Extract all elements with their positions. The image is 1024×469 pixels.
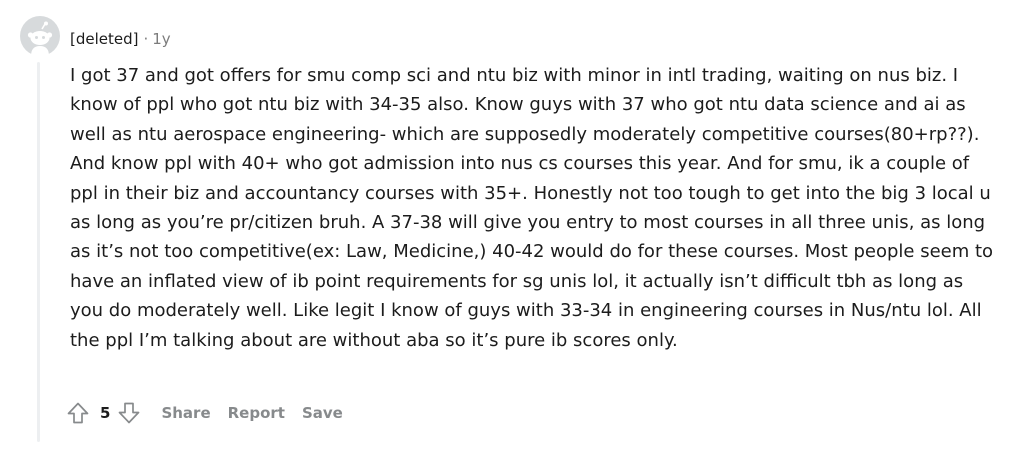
save-button[interactable]: Save — [300, 402, 345, 424]
avatar[interactable] — [20, 16, 60, 56]
downvote-arrow-icon — [119, 402, 140, 424]
comment-age[interactable]: 1y — [152, 30, 170, 48]
upvote-button[interactable] — [65, 400, 91, 426]
downvote-button[interactable] — [116, 400, 142, 426]
thread-collapse-line[interactable] — [37, 62, 40, 442]
comment-meta: [deleted] · 1y — [70, 29, 171, 49]
vote-score: 5 — [100, 404, 111, 422]
comment-actions: 5 Share Report Save — [65, 398, 345, 428]
meta-separator: · — [143, 30, 149, 48]
deleted-user-avatar-icon — [20, 16, 60, 56]
comment-author: [deleted] — [70, 30, 139, 48]
share-button[interactable]: Share — [159, 402, 212, 424]
upvote-arrow-icon — [67, 402, 89, 424]
report-button[interactable]: Report — [226, 402, 287, 424]
comment: [deleted] · 1y I got 37 and got offers for… — [0, 0, 1024, 469]
comment-body: I got 37 and got offers for smu comp sci… — [70, 65, 994, 351]
